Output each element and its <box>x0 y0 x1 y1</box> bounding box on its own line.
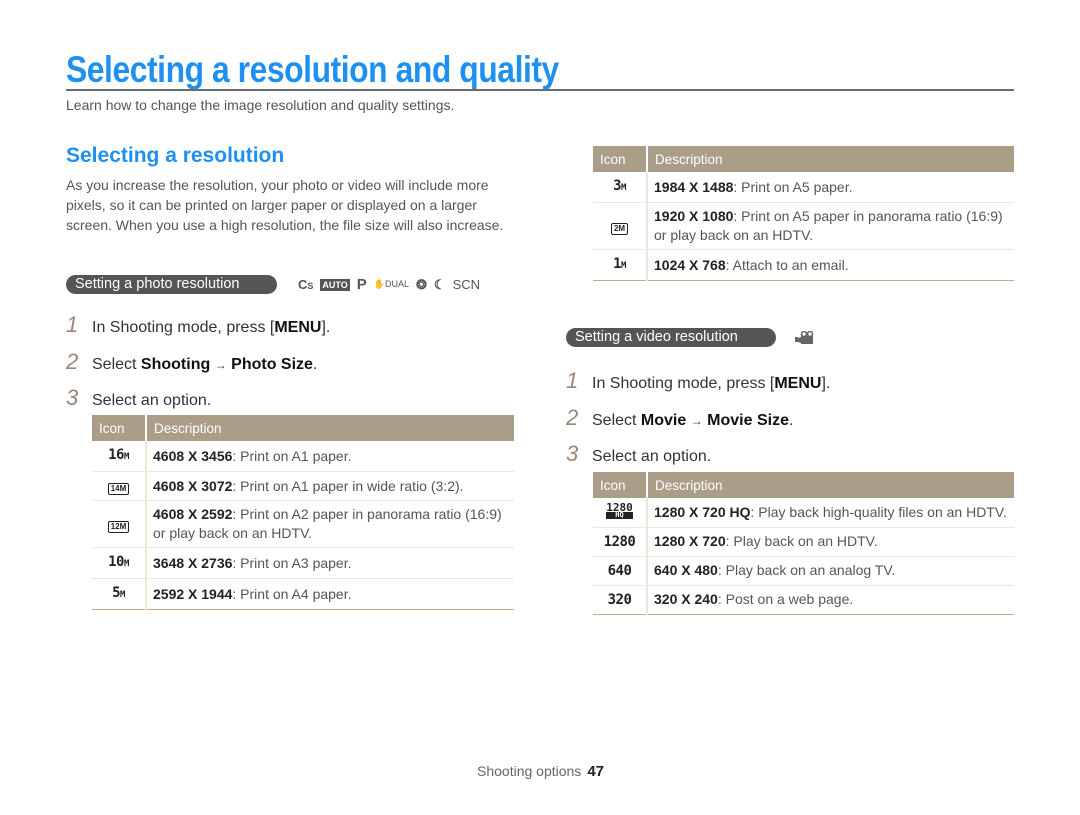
table-row: 14M 4608 X 3072: Print on A1 paper in wi… <box>92 471 514 501</box>
dual-is-icon: ✋DUAL <box>373 279 409 289</box>
table-row: 320 320 X 240: Post on a web page. <box>593 585 1014 615</box>
arrow-icon: → <box>690 413 703 428</box>
1m-resolution-icon: 1M <box>613 256 626 272</box>
photo-resolution-pill: Setting a photo resolution <box>66 275 277 294</box>
page-subtitle: Learn how to change the image resolution… <box>66 97 455 113</box>
beauty-shot-icon: ❂ <box>416 276 427 292</box>
table-row: 2M 1920 X 1080: Print on A5 paper in pan… <box>593 202 1014 250</box>
table-row: 1M 1024 X 768: Attach to an email. <box>593 249 1014 281</box>
1280-hq-resolution-icon: 1280 HQ <box>606 500 633 519</box>
page-title: Selecting a resolution and quality <box>66 49 559 90</box>
640-resolution-icon: 640 <box>607 562 632 579</box>
smart-icon: CS <box>298 277 314 292</box>
photo-resolution-table-2: Icon Description 3M 1984 X 1488: Print o… <box>593 146 1014 281</box>
arrow-icon: → <box>214 357 227 372</box>
16m-resolution-icon: 16M <box>108 447 129 463</box>
icon-column-header: Icon <box>92 415 147 441</box>
table-row: 10M 3648 X 2736: Print on A3 paper. <box>92 547 514 579</box>
video-resolution-table: Icon Description 1280 HQ 1280 X 720 HQ: P… <box>593 472 1014 615</box>
table-row: 640 640 X 480: Play back on an analog TV… <box>593 556 1014 586</box>
table-row: 3M 1984 X 1488: Print on A5 paper. <box>593 172 1014 203</box>
movie-camera-icon <box>795 331 814 344</box>
section-intro: As you increase the resolution, your pho… <box>66 177 504 233</box>
section-title: Selecting a resolution <box>66 144 285 167</box>
icon-column-header: Icon <box>593 472 648 498</box>
table-row: 1280 HQ 1280 X 720 HQ: Play back high-qua… <box>593 498 1014 528</box>
video-step-2: 2 Select Movie → Movie Size. <box>566 404 794 430</box>
description-column-header: Description <box>146 415 514 441</box>
photo-resolution-table-1: Icon Description 16M 4608 X 3456: Print … <box>92 415 514 610</box>
menu-button-label: MENU <box>274 319 322 336</box>
table-row: 1280 1280 X 720: Play back on an HDTV. <box>593 527 1014 557</box>
10m-resolution-icon: 10M <box>108 554 129 570</box>
menu-button-label: MENU <box>774 375 822 392</box>
table-row: 16M 4608 X 3456: Print on A1 paper. <box>92 441 514 472</box>
photo-step-1: 1 In Shooting mode, press [MENU]. <box>66 312 331 337</box>
video-steps: 1 In Shooting mode, press [MENU]. 2 Sele… <box>566 368 830 478</box>
12m-panorama-resolution-icon: 12M <box>107 520 130 533</box>
shooting-mode-icons: CS AUTO P ✋DUAL ❂ ☾ SCN <box>298 276 480 293</box>
photo-step-2: 2 Select Shooting → Photo Size. <box>66 348 318 374</box>
title-divider <box>66 89 1014 91</box>
description-column-header: Description <box>647 472 1014 498</box>
table-row: 5M 2592 X 1944: Print on A4 paper. <box>92 578 514 610</box>
photo-steps: 1 In Shooting mode, press [MENU]. 2 Sele… <box>66 312 330 422</box>
3m-resolution-icon: 3M <box>613 178 626 194</box>
icon-column-header: Icon <box>593 146 648 172</box>
5m-resolution-icon: 5M <box>112 585 125 601</box>
video-resolution-pill: Setting a video resolution <box>566 328 776 347</box>
2m-panorama-resolution-icon: 2M <box>610 222 629 235</box>
auto-icon: AUTO <box>320 278 350 291</box>
footer-section-name: Shooting options <box>477 763 582 779</box>
page-footer: Shooting options 47 <box>477 763 604 780</box>
video-step-1: 1 In Shooting mode, press [MENU]. <box>566 368 831 393</box>
scene-icon: SCN <box>452 277 481 292</box>
14m-wide-resolution-icon: 14M <box>107 482 130 495</box>
table-row: 12M 4608 X 2592: Print on A2 paper in pa… <box>92 500 514 548</box>
page-number: 47 <box>587 763 604 780</box>
1280-resolution-icon: 1280 <box>603 533 636 550</box>
night-icon: ☾ <box>433 276 446 292</box>
program-icon: P <box>356 276 367 293</box>
320-resolution-icon: 320 <box>607 591 632 608</box>
description-column-header: Description <box>647 146 1014 172</box>
